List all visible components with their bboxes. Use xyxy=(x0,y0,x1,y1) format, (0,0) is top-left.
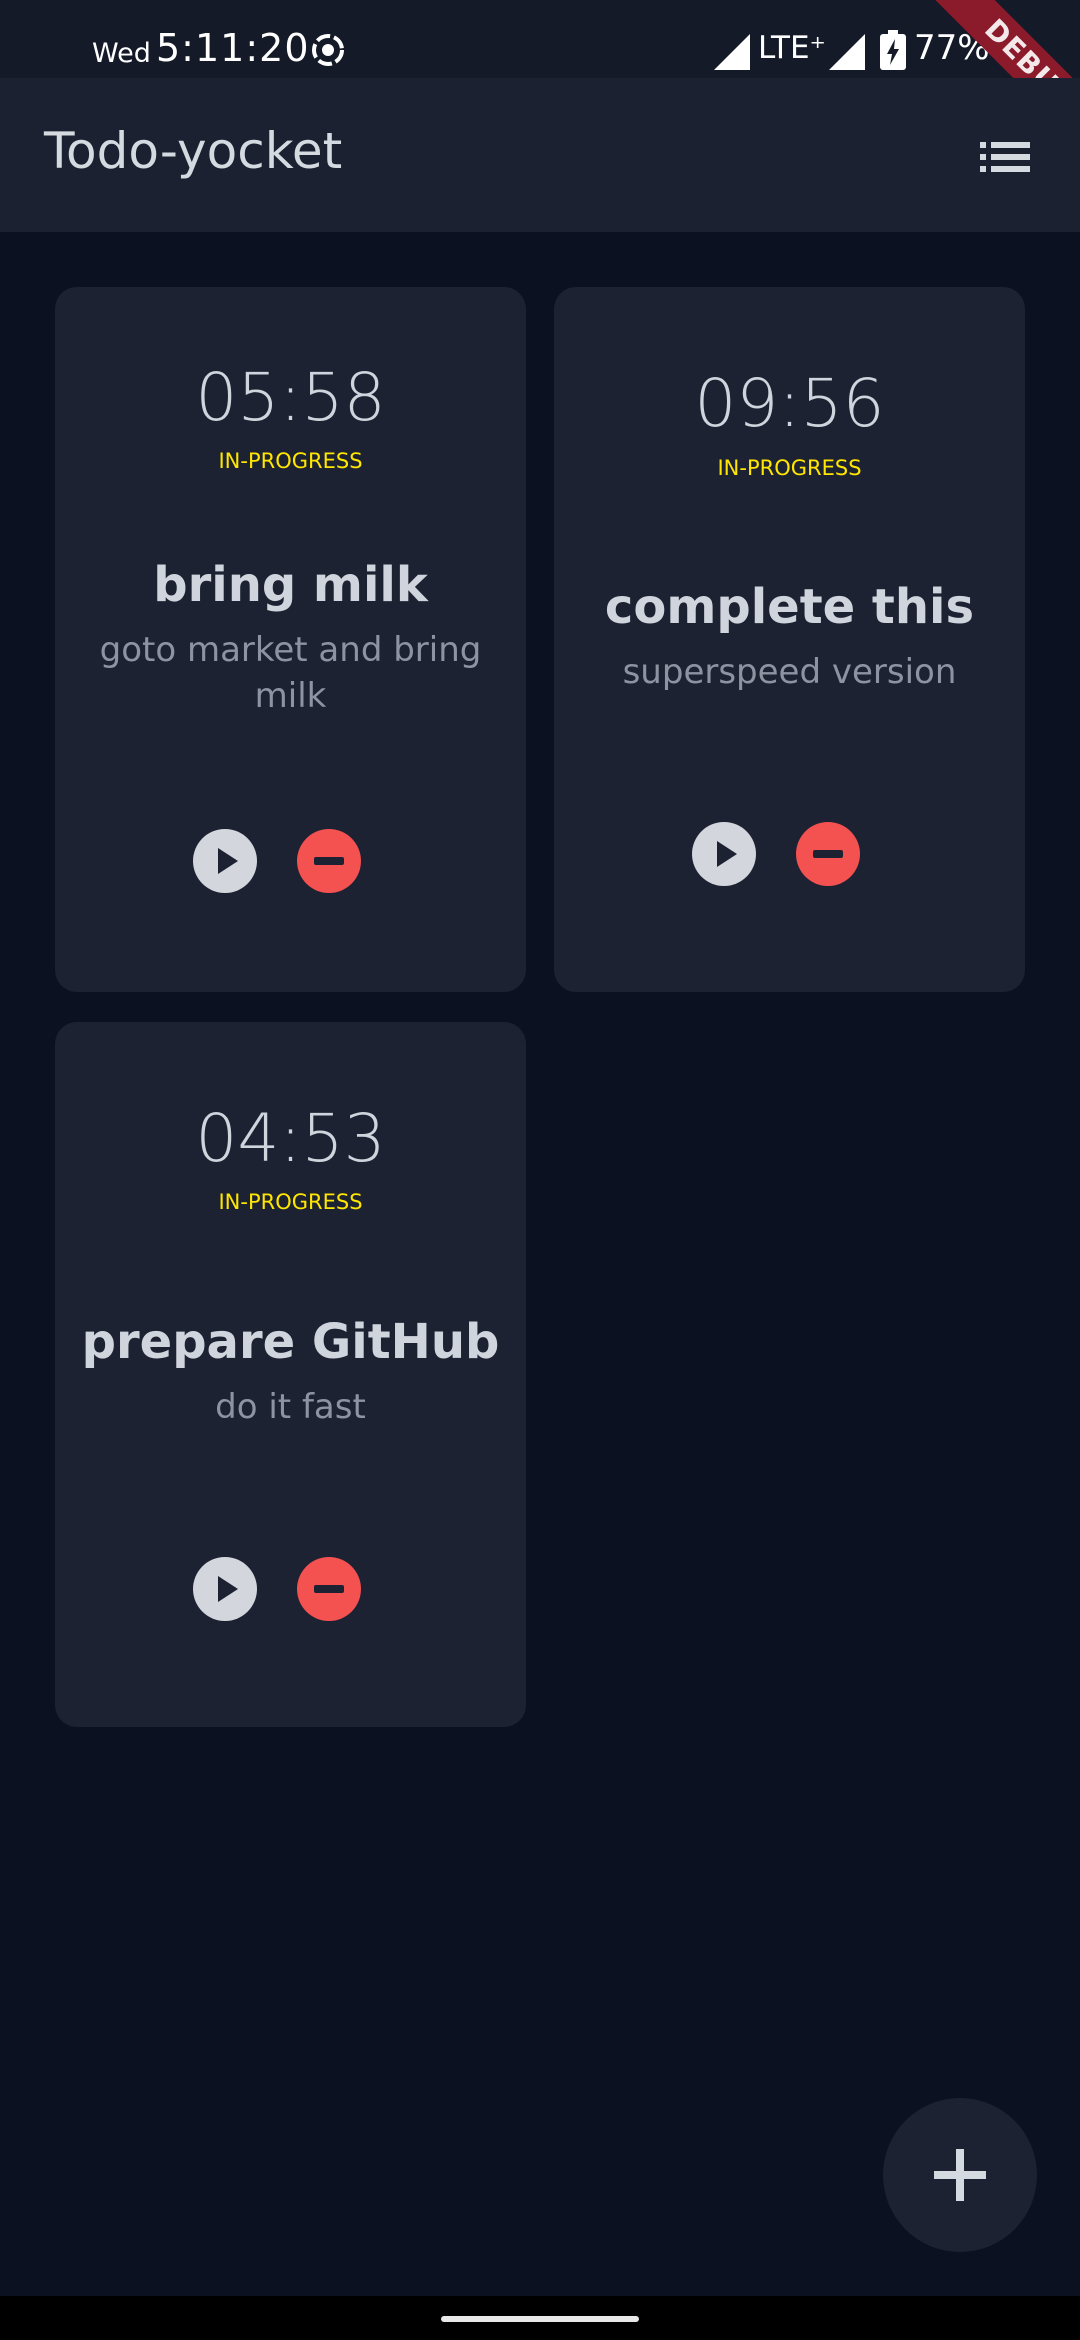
play-icon xyxy=(218,848,238,874)
todo-status: IN-PROGRESS xyxy=(218,1190,363,1214)
cell-signal-icon xyxy=(714,34,750,70)
todo-timer: 05:58 xyxy=(195,359,386,436)
minus-icon xyxy=(314,857,344,865)
play-button[interactable] xyxy=(692,822,756,886)
status-day: Wed xyxy=(92,38,151,69)
plus-icon xyxy=(934,2149,986,2201)
todo-timer: 09:56 xyxy=(694,365,885,442)
app-bar: Todo-yocket xyxy=(0,78,1080,232)
remove-button[interactable] xyxy=(796,822,860,886)
todo-title: complete this xyxy=(604,579,975,635)
play-icon xyxy=(218,1576,238,1602)
todo-card[interactable]: 05:58 IN-PROGRESS bring milk goto market… xyxy=(55,287,526,992)
status-time: 5:11:20 xyxy=(156,26,310,70)
todo-description: do it fast xyxy=(215,1387,366,1427)
add-todo-button[interactable] xyxy=(883,2098,1037,2252)
battery-charging-icon xyxy=(880,30,906,70)
todo-card[interactable]: 09:56 IN-PROGRESS complete this superspe… xyxy=(554,287,1025,992)
home-gesture-handle[interactable] xyxy=(441,2316,639,2322)
minus-icon xyxy=(813,850,843,858)
todo-status: IN-PROGRESS xyxy=(218,449,363,473)
todo-title: prepare GitHub xyxy=(81,1314,500,1370)
todo-card[interactable]: 04:53 IN-PROGRESS prepare GitHub do it f… xyxy=(55,1022,526,1727)
list-icon[interactable] xyxy=(980,140,1030,174)
navigation-bar xyxy=(0,2296,1080,2340)
remove-button[interactable] xyxy=(297,829,361,893)
minus-icon xyxy=(314,1585,344,1593)
todo-status: IN-PROGRESS xyxy=(717,456,862,480)
cell-signal-icon-2 xyxy=(829,34,865,70)
status-bar: Wed 5:11:20 LTE⁺ 77% xyxy=(0,0,1080,78)
todo-description: goto market and bring milk xyxy=(99,630,482,716)
todo-title: bring milk xyxy=(153,557,428,613)
network-type: LTE⁺ xyxy=(758,30,826,66)
app-title: Todo-yocket xyxy=(44,122,343,180)
play-button[interactable] xyxy=(193,1557,257,1621)
screen-record-icon xyxy=(312,34,344,66)
play-button[interactable] xyxy=(193,829,257,893)
remove-button[interactable] xyxy=(297,1557,361,1621)
todo-timer: 04:53 xyxy=(195,1100,386,1177)
todo-description: superspeed version xyxy=(622,652,957,692)
play-icon xyxy=(717,841,737,867)
